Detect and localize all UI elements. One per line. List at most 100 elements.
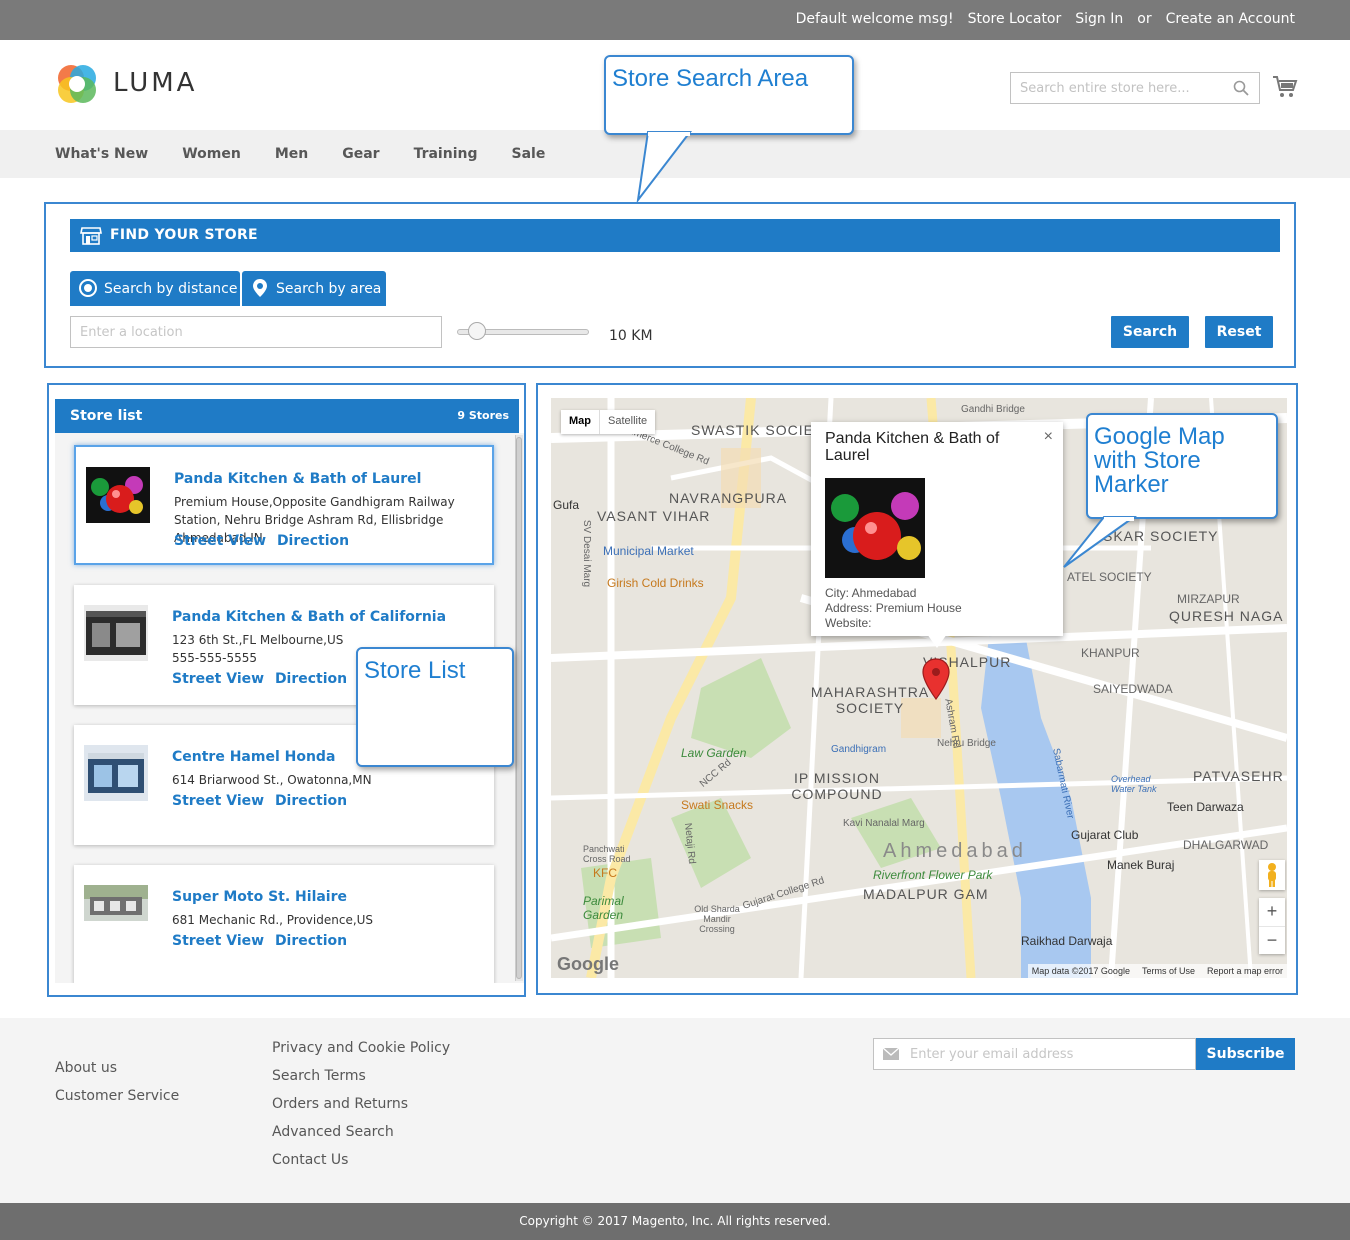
report-map-error-link[interactable]: Report a map error <box>1207 966 1283 976</box>
search-button[interactable]: Search <box>1111 316 1189 348</box>
radius-slider-handle[interactable] <box>467 322 486 340</box>
nav-item-sale[interactable]: Sale <box>511 146 545 162</box>
tab-search-by-area[interactable]: Search by area <box>242 271 386 306</box>
direction-link[interactable]: Direction <box>275 793 347 809</box>
map-label: VASANT VIHAR <box>597 508 711 524</box>
callout-google-map: Google Map with Store Marker <box>1086 413 1278 519</box>
footer-link-contact-us[interactable]: Contact Us <box>272 1152 348 1168</box>
callout-google-map-text: Google Map with Store Marker <box>1094 423 1225 498</box>
info-window-address: Address: Premium House <box>825 601 962 615</box>
cart-icon[interactable] <box>1272 74 1298 100</box>
store-address: 681 Mechanic Rd., Providence,US <box>172 913 374 927</box>
or-text: or <box>1137 11 1152 27</box>
street-view-pegman-icon[interactable] <box>1259 860 1285 890</box>
zoom-control: + − <box>1259 898 1285 954</box>
store-name[interactable]: Centre Hamel Honda <box>172 749 335 765</box>
nav-item-women[interactable]: Women <box>182 146 241 162</box>
street-view-link[interactable]: Street View <box>174 533 266 549</box>
newsletter-email-input[interactable] <box>874 1039 1195 1069</box>
store-name[interactable]: Panda Kitchen & Bath of Laurel <box>174 471 421 487</box>
copyright: Copyright © 2017 Magento, Inc. All right… <box>0 1203 1350 1240</box>
store-icon <box>80 227 102 245</box>
store-count: 9 Stores <box>457 409 509 422</box>
direction-link[interactable]: Direction <box>275 933 347 949</box>
search-icon[interactable] <box>1233 80 1249 96</box>
find-store-header: FIND YOUR STORE <box>70 219 1280 252</box>
store-locator-link[interactable]: Store Locator <box>968 11 1062 27</box>
scrollbar-thumb[interactable] <box>516 437 522 979</box>
store-actions: Street View Direction <box>174 533 355 549</box>
store-thumbnail <box>84 745 148 801</box>
street-view-link[interactable]: Street View <box>172 793 264 809</box>
location-input[interactable] <box>71 317 441 347</box>
store-thumbnail <box>84 605 148 661</box>
logo-text[interactable]: LUMA <box>113 68 197 98</box>
store-name[interactable]: Super Moto St. Hilaire <box>172 889 347 905</box>
map-label: SAIYEDWADA <box>1093 682 1173 696</box>
map-attribution: Map data ©2017 Google Terms of Use Repor… <box>1027 964 1287 978</box>
nav-item-men[interactable]: Men <box>275 146 308 162</box>
find-store-title: FIND YOUR STORE <box>110 227 258 243</box>
map-type-toggle: Map Satellite <box>561 410 656 434</box>
map-label: Gandhigram <box>831 744 887 755</box>
map-label: Manek Buraj <box>1107 858 1175 872</box>
callout-search-area: Store Search Area <box>604 55 854 135</box>
map-label: Swati Snacks <box>681 798 754 812</box>
street-view-link[interactable]: Street View <box>172 933 264 949</box>
map-label: DHALGARWAD <box>1183 838 1269 852</box>
store-actions: Street View Direction <box>172 793 353 809</box>
info-window-website: Website: <box>825 616 872 630</box>
nav-item-gear[interactable]: Gear <box>342 146 379 162</box>
tab-search-by-distance[interactable]: Search by distance <box>70 271 240 306</box>
newsletter-field <box>873 1038 1196 1070</box>
nav-item-whats-new[interactable]: What's New <box>55 146 148 162</box>
callout-search-area-text: Store Search Area <box>612 65 809 92</box>
google-logo: Google <box>557 954 619 974</box>
map-info-window: Panda Kitchen & Bath of Laurel × City: A… <box>811 422 1063 636</box>
footer-link-advanced-search[interactable]: Advanced Search <box>272 1124 394 1140</box>
street-view-link[interactable]: Street View <box>172 671 264 687</box>
sign-in-link[interactable]: Sign In <box>1075 11 1123 27</box>
map-label: MIRZAPUR <box>1177 592 1240 606</box>
footer-link-customer-service[interactable]: Customer Service <box>55 1088 179 1104</box>
zoom-out-button[interactable]: − <box>1259 926 1285 954</box>
site-search-input[interactable] <box>1011 73 1221 103</box>
create-account-link[interactable]: Create an Account <box>1166 11 1295 27</box>
map-label: Nehru Bridge <box>937 738 996 749</box>
map-label: Overhead Water Tank <box>1111 774 1157 794</box>
pegman-icon <box>1268 863 1276 887</box>
callout-store-list-text: Store List <box>364 657 466 684</box>
target-icon <box>79 279 97 297</box>
store-card[interactable]: Super Moto St. Hilaire 681 Mechanic Rd.,… <box>74 865 494 983</box>
map-label: Kavi Nanalal Marg <box>843 818 925 829</box>
close-icon[interactable]: × <box>1044 428 1053 446</box>
footer-link-search-terms[interactable]: Search Terms <box>272 1068 366 1084</box>
map-label: PATVASEHR <box>1193 768 1284 784</box>
terms-of-use-link[interactable]: Terms of Use <box>1142 966 1195 976</box>
footer-link-about-us[interactable]: About us <box>55 1060 117 1076</box>
footer-link-orders-returns[interactable]: Orders and Returns <box>272 1096 408 1112</box>
reset-button[interactable]: Reset <box>1205 316 1273 348</box>
map-type-satellite[interactable]: Satellite <box>599 410 655 434</box>
map-label: ATEL SOCIETY <box>1067 570 1152 584</box>
store-actions: Street View Direction <box>172 933 353 949</box>
footer-link-privacy[interactable]: Privacy and Cookie Policy <box>272 1040 450 1056</box>
store-name[interactable]: Panda Kitchen & Bath of California <box>172 609 446 625</box>
direction-link[interactable]: Direction <box>275 671 347 687</box>
map-type-map[interactable]: Map <box>561 410 599 434</box>
zoom-in-button[interactable]: + <box>1259 898 1285 926</box>
callout-search-area-pointer <box>636 131 693 202</box>
store-marker-icon[interactable] <box>921 658 951 700</box>
top-bar: Default welcome msg! Store Locator Sign … <box>0 0 1350 40</box>
map-label: Gandhi Bridge <box>961 404 1025 415</box>
subscribe-button[interactable]: Subscribe <box>1196 1038 1295 1070</box>
map-label: Parimal Garden <box>583 894 624 922</box>
luma-logo-icon[interactable] <box>55 62 99 106</box>
map-label: Ahmedabad <box>883 840 1027 862</box>
map-pin-icon <box>253 279 267 297</box>
map-label: Raikhad Darwaja <box>1021 934 1113 948</box>
store-card[interactable]: Panda Kitchen & Bath of Laurel Premium H… <box>74 445 494 565</box>
nav-item-training[interactable]: Training <box>414 146 478 162</box>
map-label: Girish Cold Drinks <box>607 576 704 590</box>
direction-link[interactable]: Direction <box>277 533 349 549</box>
